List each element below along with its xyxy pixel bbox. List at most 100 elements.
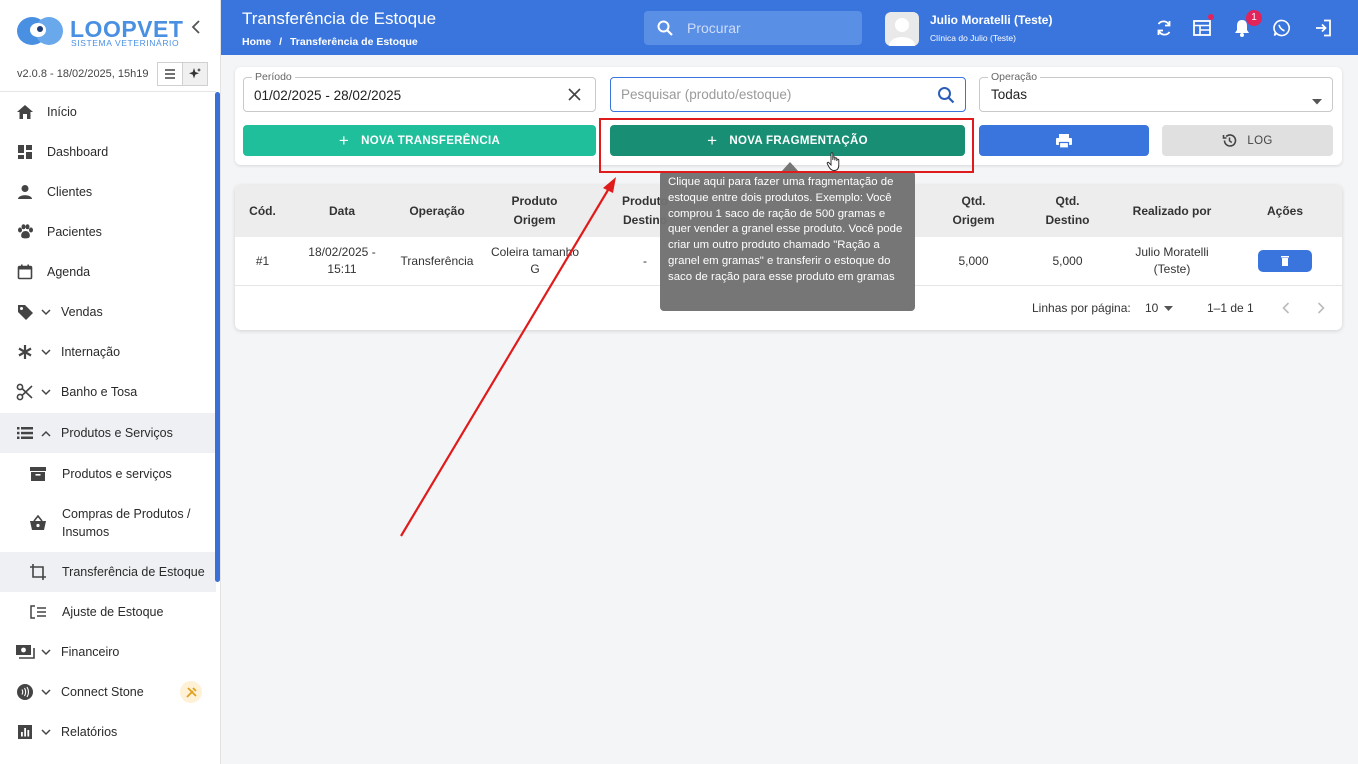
caret-down-icon [1312, 92, 1322, 110]
chevron-left-icon [1282, 302, 1290, 314]
menu-lines-button[interactable] [157, 62, 183, 86]
breadcrumb-separator: / [279, 36, 283, 48]
rows-per-page-value: 10 [1145, 301, 1159, 315]
print-button[interactable] [979, 125, 1149, 156]
cell-qtd-destino: 5,000 [1052, 253, 1083, 268]
sidebar-item-produtos-servicos[interactable]: Produtos e serviços [0, 454, 216, 494]
sidebar-item-connect-stone[interactable]: Connect Stone [0, 672, 216, 712]
cell-realizado-por: Julio Moratelli (Teste) [1135, 245, 1209, 276]
chevron-left-icon [191, 20, 200, 34]
paw-icon [15, 222, 35, 242]
sidebar-item-financeiro[interactable]: Financeiro [0, 632, 216, 672]
hand-cursor-icon [826, 152, 840, 171]
log-button[interactable]: LOG [1162, 125, 1333, 156]
chevron-up-icon [41, 430, 53, 437]
dashboard-icon [15, 142, 35, 162]
plus-icon: + [338, 130, 350, 150]
col-header-acoes: Ações [1266, 203, 1304, 218]
sidebar-item-clientes[interactable]: Clientes [0, 172, 216, 212]
user-name[interactable]: Julio Moratelli (Teste) [930, 13, 1052, 27]
sidebar-item-label: Vendas [61, 305, 103, 319]
new-transfer-button[interactable]: + NOVA TRANSFERÊNCIA [243, 125, 596, 156]
sidebar-scrollbar[interactable] [215, 92, 220, 582]
col-header-qtd-origem[interactable]: Qtd. Origem [941, 185, 1006, 237]
calendar-icon [15, 262, 35, 282]
sidebar-item-label: Agenda [47, 265, 91, 279]
prev-page-button[interactable] [1282, 286, 1290, 330]
user-clinic: Clínica do Julio (Teste) [930, 33, 1016, 43]
loopvet-logo-icon [17, 17, 63, 45]
col-header-cod[interactable]: Cód. [235, 185, 290, 237]
avatar[interactable] [885, 12, 919, 46]
search-icon[interactable] [937, 86, 955, 109]
period-field[interactable]: Período 01/02/2025 - 28/02/2025 [243, 71, 596, 112]
sidebar-item-label: Pacientes [47, 225, 102, 239]
header-search-input[interactable] [687, 20, 827, 36]
logout-button[interactable] [1312, 17, 1334, 39]
col-header-produto-origem[interactable]: Produto Origem [497, 185, 572, 237]
tools-icon [185, 686, 197, 698]
rows-per-page-label: Linhas por página: [1032, 301, 1131, 315]
clear-icon[interactable] [568, 88, 581, 106]
logout-icon [1316, 19, 1331, 37]
chevron-right-icon [1317, 302, 1325, 314]
col-header-operacao[interactable]: Operação [397, 185, 477, 237]
tools-badge [180, 681, 202, 703]
breadcrumb-home[interactable]: Home [242, 36, 271, 48]
chevron-down-icon [41, 648, 53, 656]
cell-cod: #1 [255, 253, 270, 268]
operation-select[interactable]: Operação Todas [979, 71, 1333, 112]
logo-row: LOOPVET SISTEMA VETERINÁRIO [0, 0, 216, 62]
sidebar-item-ajuste-de-estoque[interactable]: Ajuste de Estoque [0, 592, 216, 632]
rows-per-page-select[interactable]: 10 [1145, 286, 1174, 330]
sidebar-item-label: Início [47, 105, 77, 119]
collapse-sidebar-button[interactable] [186, 18, 206, 40]
user-avatar-icon [889, 18, 915, 46]
table-layout-icon [1193, 20, 1211, 36]
period-label: Período [252, 71, 295, 83]
col-header-realizado-por[interactable]: Realizado por [1117, 185, 1227, 237]
chevron-down-icon [41, 388, 53, 396]
sidebar-item-produtos-e-servicos[interactable]: Produtos e Serviços [0, 413, 216, 453]
sidebar-item-internacao[interactable]: Internação [0, 332, 216, 372]
sidebar-item-label: Ajuste de Estoque [62, 605, 164, 619]
annotation-highlight-box [599, 118, 974, 173]
sidebar-item-compras[interactable]: Compras de Produtos / Insumos [0, 503, 216, 543]
sidebar-item-dashboard[interactable]: Dashboard [0, 132, 216, 172]
breadcrumb-current: Transferência de Estoque [289, 36, 418, 48]
next-page-button[interactable] [1317, 286, 1325, 330]
col-header-qtd-destino[interactable]: Qtd. Destino [1035, 185, 1100, 237]
asterisk-icon [15, 342, 35, 362]
col-header-data[interactable]: Data [307, 185, 377, 237]
delete-button[interactable] [1258, 250, 1312, 272]
sidebar-item-vendas[interactable]: Vendas [0, 292, 216, 332]
sidebar-item-label: Compras de Produtos / Insumos [62, 507, 191, 539]
notification-badge: 1 [1246, 10, 1262, 26]
sidebar-item-label: Produtos e serviços [62, 467, 172, 481]
top-header: Transferência de Estoque Home / Transfer… [221, 0, 1358, 55]
sidebar-item-transferencia-de-estoque[interactable]: Transferência de Estoque [0, 552, 216, 592]
cell-produto-origem: Coleira tamanho G [490, 245, 580, 276]
person-icon [15, 182, 35, 202]
brand-subtitle: SISTEMA VETERINÁRIO [71, 38, 180, 48]
sidebar-item-agenda[interactable]: Agenda [0, 252, 216, 292]
operation-value: Todas [991, 87, 1028, 102]
sidebar-item-inicio[interactable]: Início [0, 92, 216, 132]
chevron-down-icon [41, 348, 53, 356]
sidebar-item-relatorios[interactable]: Relatórios [0, 712, 216, 752]
whatsapp-button[interactable] [1271, 17, 1293, 39]
sidebar-item-label: Connect Stone [61, 685, 144, 699]
home-icon [15, 102, 35, 122]
sidebar-item-label: Clientes [47, 185, 93, 199]
layout-button[interactable] [1191, 17, 1213, 39]
sync-button[interactable] [1153, 17, 1175, 39]
product-search-field[interactable]: Pesquisar (produto/estoque) [610, 77, 966, 112]
sidebar-item-label: Banho e Tosa [61, 385, 138, 399]
sidebar-item-banho-e-tosa[interactable]: Banho e Tosa [0, 372, 216, 412]
tag-icon [15, 302, 35, 322]
sidebar-item-pacientes[interactable]: Pacientes [0, 212, 216, 252]
period-value: 01/02/2025 - 28/02/2025 [254, 88, 402, 103]
sparkle-button[interactable] [182, 62, 208, 86]
log-label: LOG [1247, 134, 1273, 147]
header-search[interactable] [644, 11, 862, 45]
